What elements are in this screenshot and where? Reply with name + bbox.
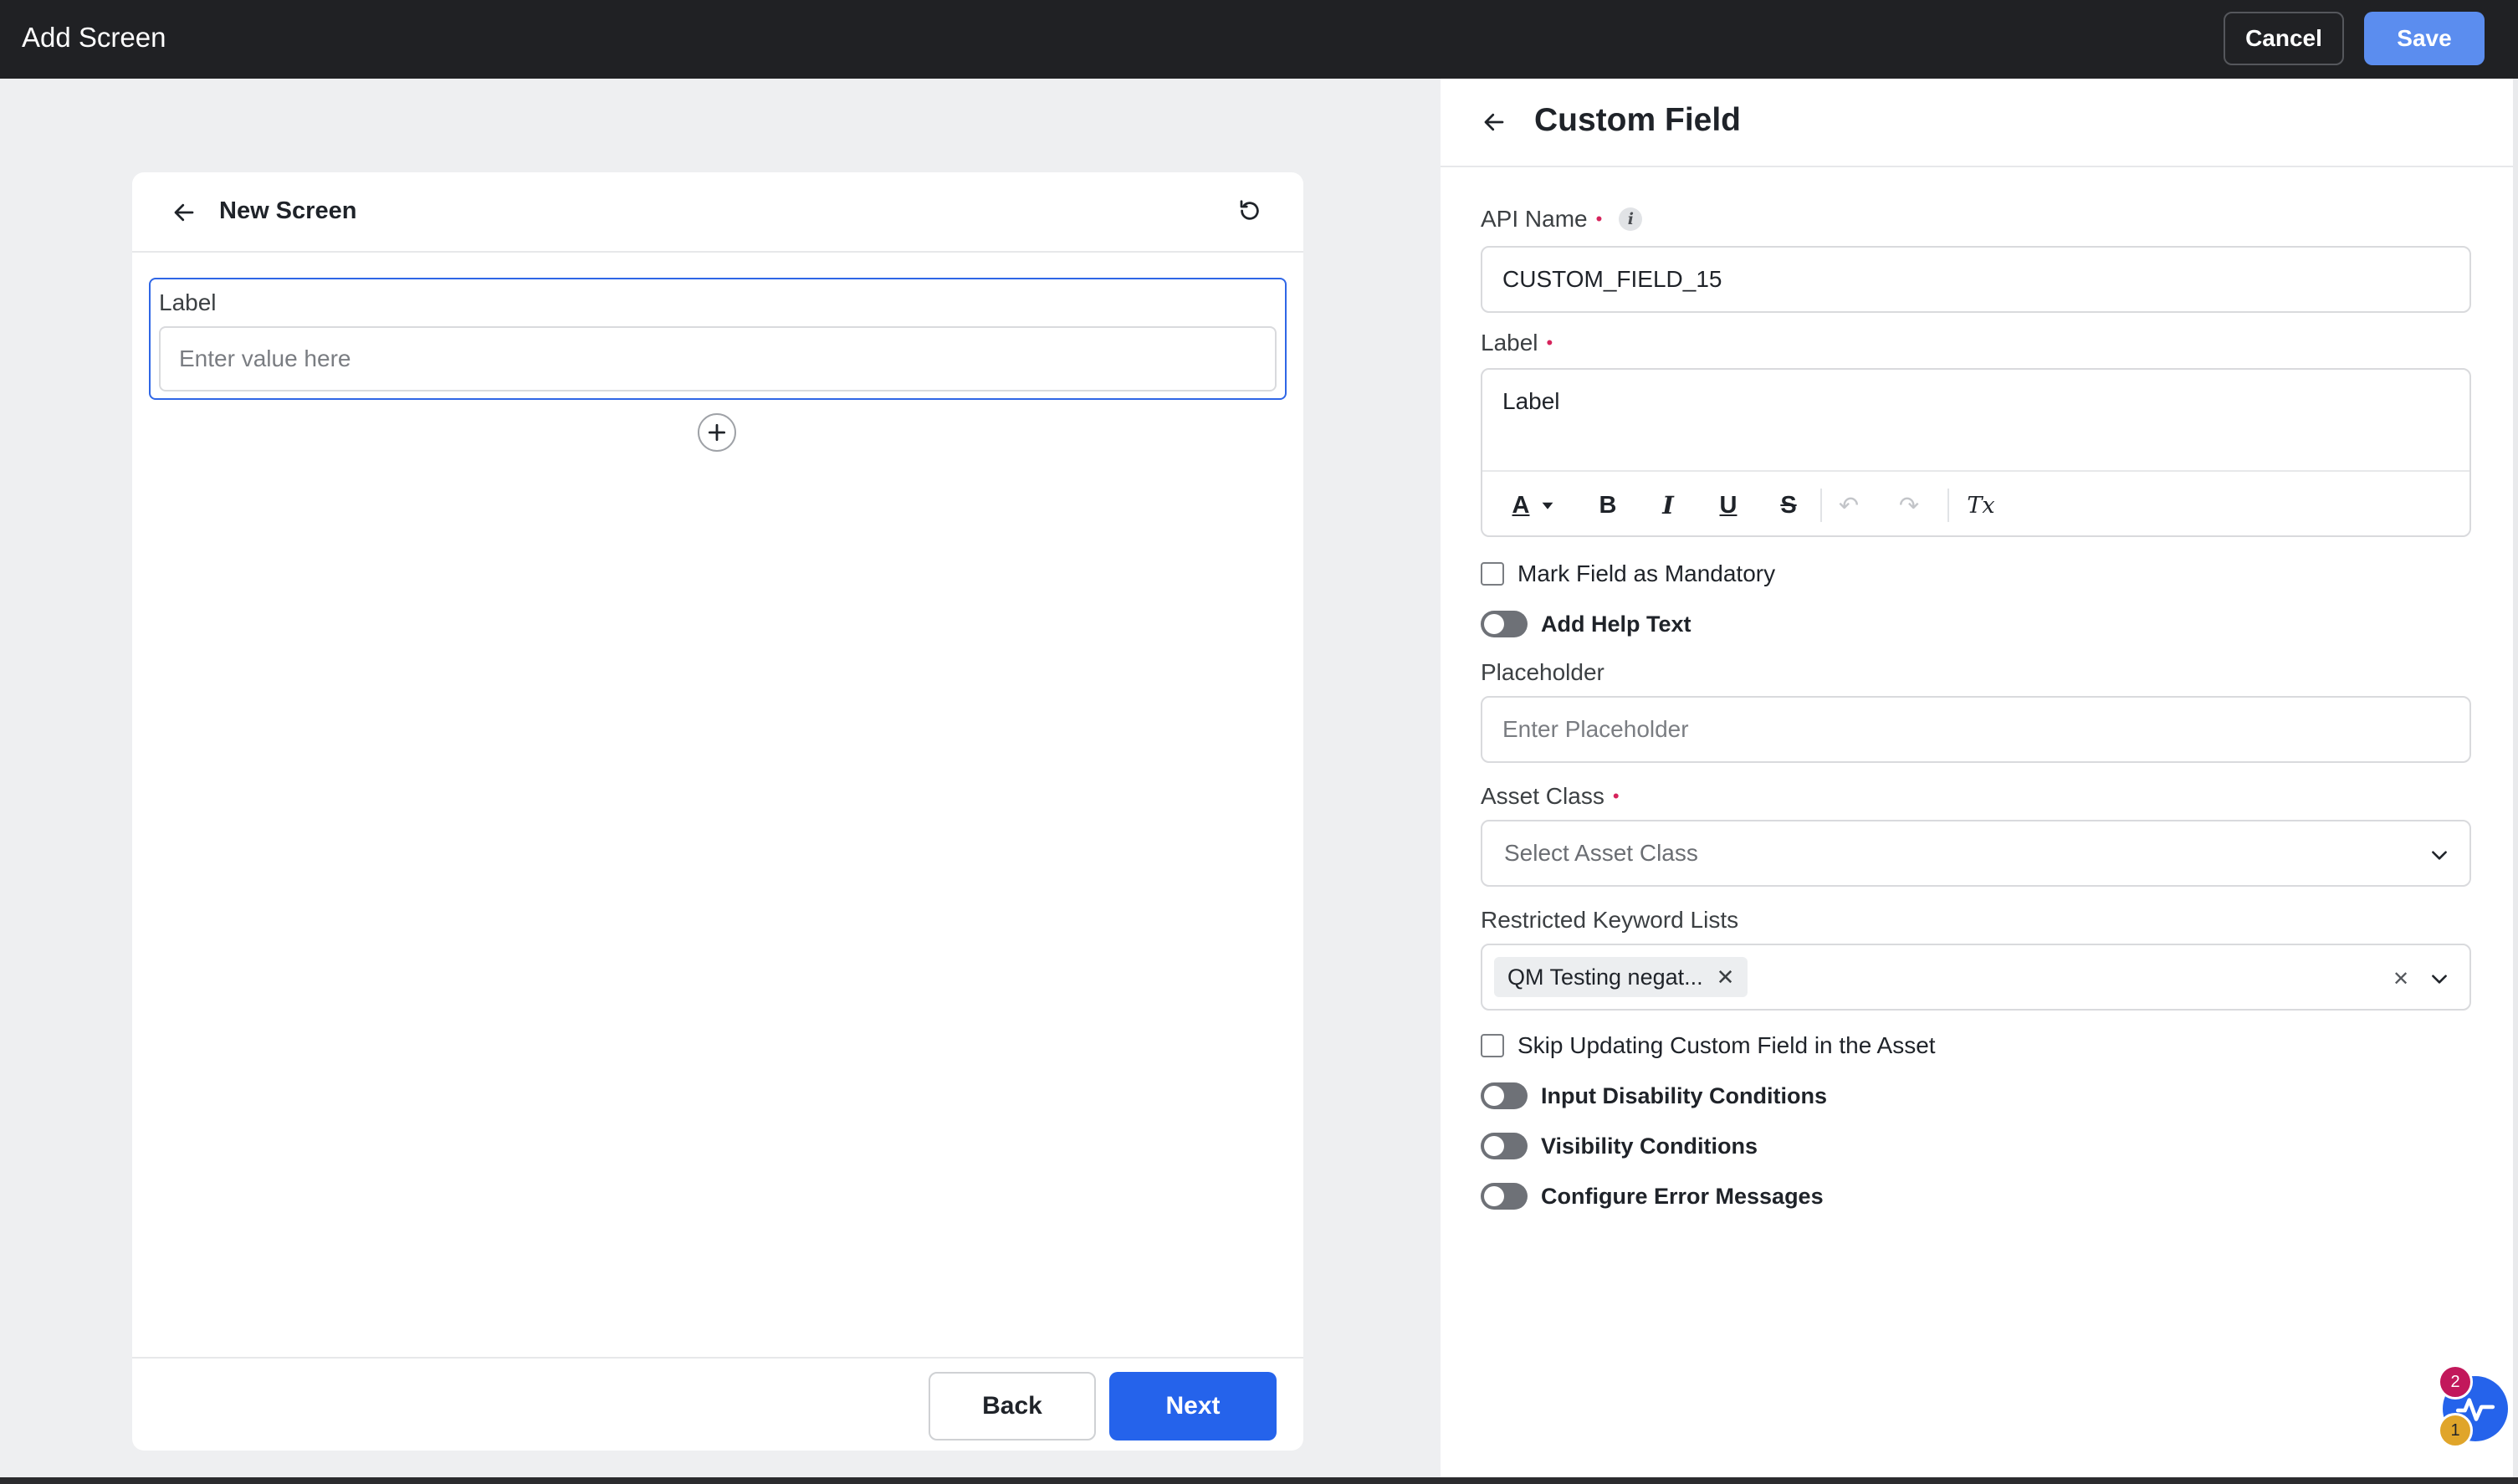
italic-icon[interactable]: I [1651, 487, 1685, 524]
placeholder-label-text: Placeholder [1481, 659, 1604, 685]
mark-mandatory-label: Mark Field as Mandatory [1517, 560, 1776, 586]
panel-back-arrow-icon[interactable] [1476, 104, 1512, 141]
toolbar-divider [1947, 489, 1949, 522]
reset-icon[interactable] [1231, 192, 1268, 229]
required-marker: • [1546, 332, 1553, 353]
text-color-icon[interactable]: A [1506, 487, 1536, 524]
api-name-label-text: API Name [1481, 206, 1588, 232]
underline-icon[interactable]: U [1712, 487, 1745, 524]
back-arrow-icon[interactable] [166, 194, 202, 231]
top-bar: Add Screen Cancel Save [0, 0, 2518, 79]
chevron-down-icon[interactable] [2424, 964, 2454, 994]
api-name-input[interactable]: CUSTOM_FIELD_15 [1481, 246, 2471, 313]
plus-icon [708, 423, 726, 442]
screen-title: New Screen [219, 197, 357, 224]
chevron-down-icon[interactable] [2424, 840, 2454, 870]
placeholder-input[interactable]: Enter Placeholder [1481, 696, 2471, 763]
add-help-text-label: Add Help Text [1541, 611, 1691, 637]
add-field-button[interactable] [698, 413, 736, 452]
input-disability-row[interactable]: Input Disability Conditions [1481, 1082, 1827, 1109]
label-field-label-text: Label [1481, 330, 1538, 356]
placeholder-label: Placeholder [1481, 659, 1604, 686]
restricted-keyword-label-text: Restricted Keyword Lists [1481, 907, 1739, 933]
mark-mandatory-row[interactable]: Mark Field as Mandatory [1481, 560, 1775, 587]
save-button[interactable]: Save [2364, 12, 2485, 65]
visibility-row[interactable]: Visibility Conditions [1481, 1133, 1758, 1159]
screen-card: New Screen Label Enter value here Back N… [132, 172, 1303, 1451]
page-title: Add Screen [22, 22, 166, 53]
asset-class-label-text: Asset Class [1481, 783, 1604, 809]
label-field-label: Label • [1481, 330, 1553, 356]
add-help-text-row[interactable]: Add Help Text [1481, 611, 1691, 637]
clear-format-icon[interactable]: Tx [1963, 487, 1999, 524]
error-messages-toggle[interactable] [1481, 1183, 1528, 1210]
label-editor-value[interactable]: Label [1502, 388, 1560, 415]
screen-footer: Back Next [132, 1357, 1303, 1451]
asset-class-placeholder: Select Asset Class [1504, 840, 1698, 866]
bold-icon[interactable]: B [1591, 487, 1625, 524]
editor-toolbar: A B I U S ↶ ↷ Tx [1482, 470, 2469, 537]
info-icon[interactable]: i [1619, 207, 1643, 231]
bottom-edge [0, 1477, 2518, 1484]
cancel-button[interactable]: Cancel [2224, 12, 2344, 65]
chip-remove-icon[interactable]: ✕ [1717, 965, 1735, 990]
clear-selection-icon[interactable]: ✕ [2387, 964, 2414, 994]
caret-down-icon[interactable] [1538, 487, 1558, 524]
keyword-chip-label: QM Testing negat... [1507, 964, 1703, 990]
skip-updating-row[interactable]: Skip Updating Custom Field in the Asset [1481, 1032, 1936, 1059]
skip-updating-label: Skip Updating Custom Field in the Asset [1517, 1032, 1936, 1058]
skip-updating-checkbox[interactable] [1481, 1034, 1504, 1057]
restricted-keyword-label: Restricted Keyword Lists [1481, 907, 1738, 934]
add-help-text-toggle[interactable] [1481, 611, 1528, 637]
back-button[interactable]: Back [929, 1372, 1096, 1441]
strikethrough-icon[interactable]: S [1772, 487, 1805, 524]
selected-field-block[interactable]: Label Enter value here [149, 278, 1287, 400]
redo-icon[interactable]: ↷ [1892, 487, 1926, 524]
input-disability-label: Input Disability Conditions [1541, 1082, 1827, 1108]
toolbar-divider [1820, 489, 1822, 522]
label-rich-text-editor[interactable]: Label A B I U S ↶ ↷ Tx [1481, 368, 2471, 537]
undo-icon[interactable]: ↶ [1832, 487, 1865, 524]
asset-class-label: Asset Class • [1481, 783, 1620, 810]
visibility-label: Visibility Conditions [1541, 1133, 1758, 1159]
restricted-keyword-select[interactable]: QM Testing negat... ✕ ✕ [1481, 944, 2471, 1011]
notification-badge: 2 [2438, 1364, 2473, 1400]
field-value-input[interactable]: Enter value here [159, 326, 1277, 391]
input-disability-toggle[interactable] [1481, 1082, 1528, 1109]
error-messages-label: Configure Error Messages [1541, 1183, 1824, 1209]
screen-canvas: New Screen Label Enter value here Back N… [0, 79, 1441, 1477]
screen-header: New Screen [132, 172, 1303, 253]
next-button[interactable]: Next [1109, 1372, 1277, 1441]
mark-mandatory-checkbox[interactable] [1481, 562, 1504, 586]
error-messages-row[interactable]: Configure Error Messages [1481, 1183, 1824, 1210]
panel-scrollbar[interactable] [2513, 79, 2518, 1477]
required-marker: • [1612, 785, 1620, 806]
required-marker: • [1595, 208, 1603, 229]
asset-class-select[interactable]: Select Asset Class [1481, 820, 2471, 887]
keyword-chip[interactable]: QM Testing negat... ✕ [1494, 957, 1748, 997]
alert-badge: 1 [2438, 1413, 2473, 1448]
panel-title: Custom Field [1534, 102, 1742, 138]
custom-field-panel: Custom Field API Name • i CUSTOM_FIELD_1… [1441, 79, 2513, 1477]
field-label: Label [159, 289, 217, 315]
panel-header: Custom Field [1441, 79, 2513, 167]
api-name-label: API Name • i [1481, 206, 1643, 233]
visibility-toggle[interactable] [1481, 1133, 1528, 1159]
